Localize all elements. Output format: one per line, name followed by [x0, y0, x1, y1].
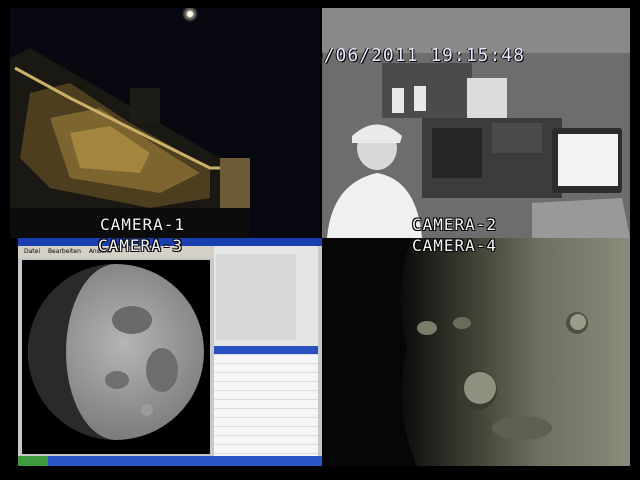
list-item[interactable] [214, 427, 318, 436]
camera-3-label: CAMERA-3 [98, 238, 184, 255]
menu-item-edit[interactable]: Bearbeiten [48, 248, 81, 255]
list-item[interactable] [214, 364, 318, 373]
moon-image [28, 264, 204, 440]
list-item[interactable] [214, 382, 318, 391]
camera-1-feed[interactable]: CAMERA-1 [10, 8, 320, 238]
camera-4-label: CAMERA-4 [412, 238, 498, 255]
list-item[interactable] [214, 346, 318, 355]
list-item[interactable] [214, 400, 318, 409]
properties-list[interactable] [214, 346, 318, 458]
list-item[interactable] [214, 445, 318, 454]
camera-2-feed[interactable]: 10/06/2011 19:15:48 CAMERA-2 [322, 8, 630, 238]
camera-3-feed[interactable]: Datei Bearbeiten Ansicht CAMERA-3 [18, 238, 322, 466]
start-button[interactable] [18, 456, 48, 466]
list-item[interactable] [214, 409, 318, 418]
camera-4-feed[interactable]: CAMERA-4 [322, 238, 630, 466]
menu-item-file[interactable]: Datei [24, 248, 40, 255]
taskbar [18, 456, 322, 466]
list-item[interactable] [214, 418, 318, 427]
moon-image-pane [22, 260, 210, 454]
camera-1-label: CAMERA-1 [100, 215, 186, 234]
info-panel [214, 246, 318, 460]
list-item[interactable] [214, 436, 318, 445]
camera-1-scene [10, 8, 320, 238]
timestamp-overlay: 10/06/2011 19:15:48 [322, 45, 525, 66]
camera-2-scene [322, 8, 630, 238]
camera-2-label: CAMERA-2 [412, 215, 498, 234]
list-item[interactable] [214, 373, 318, 382]
list-item[interactable] [214, 355, 318, 364]
controls-panel[interactable] [216, 254, 296, 340]
list-item[interactable] [214, 391, 318, 400]
camera-4-scene [322, 238, 630, 466]
